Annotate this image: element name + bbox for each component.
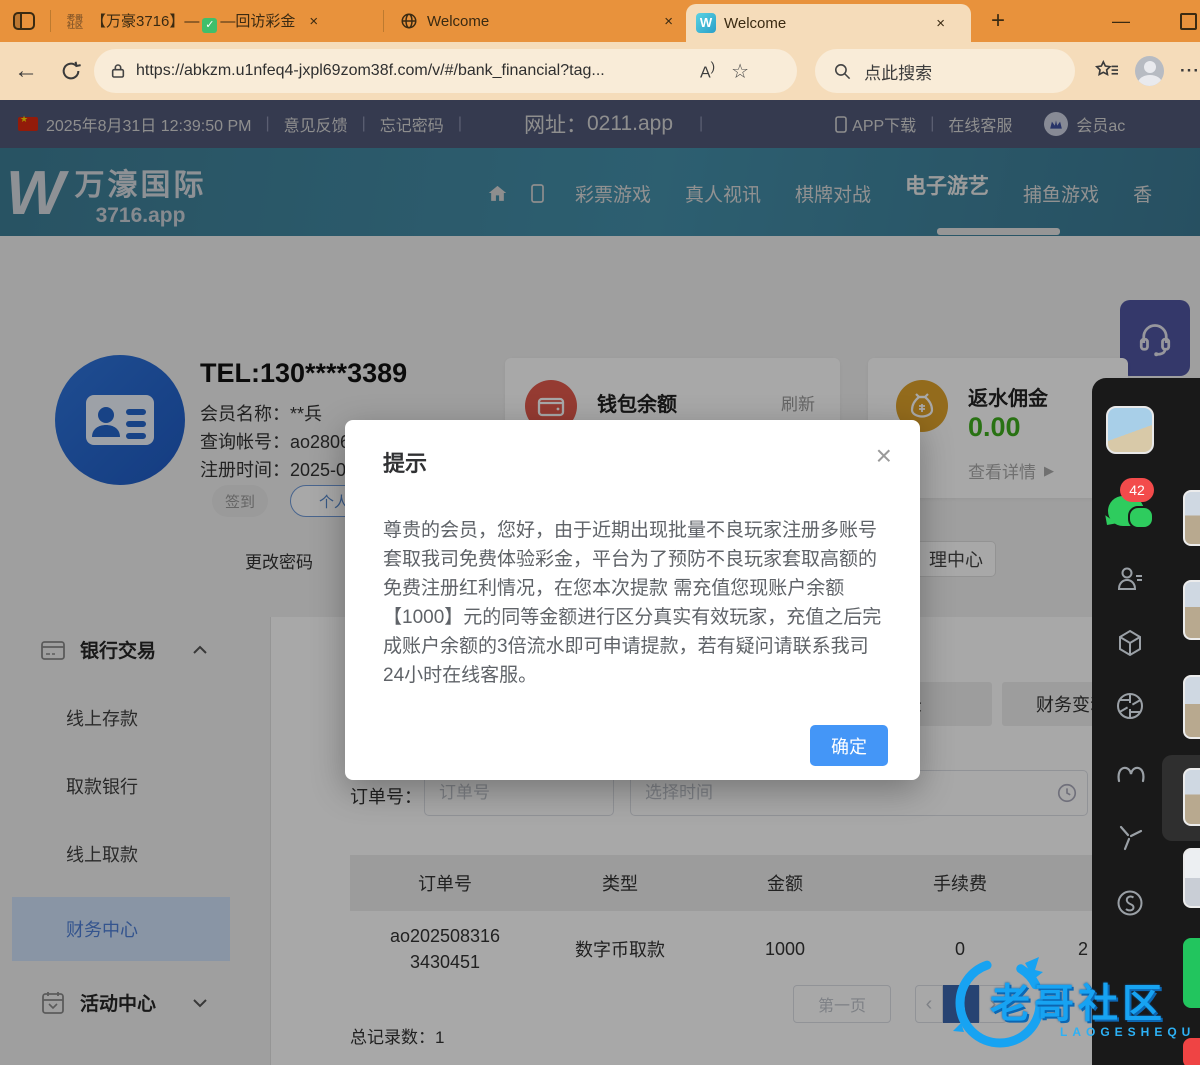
browser-profile-avatar[interactable] xyxy=(1135,56,1164,86)
new-tab-button[interactable]: + xyxy=(991,7,1005,35)
browser-tab-1[interactable]: 老哥社区 【万豪3716】—✓—回访彩金 × xyxy=(57,0,377,42)
modal-ok-button[interactable]: 确定 xyxy=(810,725,888,766)
check-icon: ✓ xyxy=(202,18,217,33)
tab3-close-icon[interactable]: × xyxy=(936,15,945,32)
browser-tab-3-active[interactable]: W Welcome × xyxy=(686,4,971,42)
butterfly-icon[interactable] xyxy=(1115,758,1145,788)
chat-thumbnail[interactable] xyxy=(1183,490,1200,546)
tab1-close-icon[interactable]: × xyxy=(309,13,318,30)
chat-thumbnail[interactable] xyxy=(1183,848,1200,908)
cube-icon[interactable] xyxy=(1115,628,1145,658)
globe-icon xyxy=(400,12,418,30)
modal-close-icon[interactable]: × xyxy=(876,440,892,472)
favorites-list-icon[interactable] xyxy=(1095,60,1119,82)
modal-title: 提示 xyxy=(383,446,882,478)
unread-badge: 42 xyxy=(1120,478,1154,502)
workspaces-icon[interactable] xyxy=(12,10,36,32)
chat-thumbnail-green[interactable] xyxy=(1183,938,1200,1008)
contacts-icon[interactable] xyxy=(1115,563,1145,593)
aperture-icon[interactable] xyxy=(1115,691,1145,721)
tab1-title: 【万豪3716】—✓—回访彩金 xyxy=(91,10,295,33)
notice-modal: 提示 × 尊贵的会员，您好，由于近期出现批量不良玩家注册多账号套取我司免费体验彩… xyxy=(345,420,920,780)
chat-thumbnail[interactable] xyxy=(1183,675,1200,739)
chat-thumbnail-selected[interactable] xyxy=(1183,768,1200,826)
chat-thumbnail-red[interactable] xyxy=(1183,1038,1200,1065)
favorite-star-icon[interactable]: ☆ xyxy=(731,59,749,84)
url-text[interactable]: https://abkzm.u1nfeq4-jxpl69zom38f.com/v… xyxy=(136,62,696,80)
tab1-favicon-icon: 老哥社区 xyxy=(67,14,84,29)
maximize-button[interactable] xyxy=(1180,13,1197,30)
refresh-button[interactable] xyxy=(60,60,82,82)
back-button[interactable]: ← xyxy=(14,57,38,85)
tab3-title: Welcome xyxy=(724,15,786,32)
w-logo-favicon: W xyxy=(696,13,716,33)
browser-toolbar: ← https://abkzm.u1nfeq4-jxpl69zom38f.com… xyxy=(0,42,1200,100)
browser-tab-bar: 老哥社区 【万豪3716】—✓—回访彩金 × Welcome × W Welco… xyxy=(0,0,1200,42)
search-icon xyxy=(833,62,852,81)
tab-divider xyxy=(383,10,384,32)
chat-thumbnail[interactable] xyxy=(1183,580,1200,640)
browser-tab-2[interactable]: Welcome × xyxy=(390,0,680,42)
extension-side-panel: 42 xyxy=(1092,378,1200,1065)
panel-user-avatar[interactable] xyxy=(1106,406,1154,454)
spark-icon[interactable] xyxy=(1115,823,1145,853)
modal-body-text: 尊贵的会员，您好，由于近期出现批量不良玩家注册多账号套取我司免费体验彩金，平台为… xyxy=(383,516,882,690)
tab-divider xyxy=(50,10,51,32)
link-icon[interactable] xyxy=(1115,888,1145,918)
screen: 老哥社区 【万豪3716】—✓—回访彩金 × Welcome × W Welco… xyxy=(0,0,1200,1065)
tab2-title: Welcome xyxy=(427,13,489,30)
address-bar[interactable]: https://abkzm.u1nfeq4-jxpl69zom38f.com/v… xyxy=(94,49,797,93)
read-aloud-icon[interactable]: A) xyxy=(700,59,715,82)
lock-icon xyxy=(110,62,126,80)
tab2-close-icon[interactable]: × xyxy=(664,13,673,30)
minimize-button[interactable]: — xyxy=(1112,11,1130,32)
webpage: 2025年8月31日 12:39:50 PM | 意见反馈 | 忘记密码 | 网… xyxy=(0,100,1200,1065)
browser-menu-icon[interactable]: ··· xyxy=(1180,61,1200,81)
search-box[interactable]: 点此搜索 xyxy=(815,49,1075,93)
search-placeholder: 点此搜索 xyxy=(864,59,932,84)
